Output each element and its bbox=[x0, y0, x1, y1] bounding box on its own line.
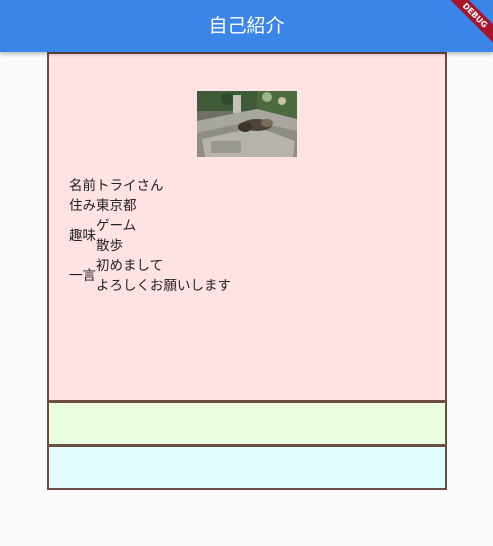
hobby-item: ゲーム bbox=[96, 218, 137, 234]
hobbies-row: 趣味 ゲーム 散歩 bbox=[69, 216, 231, 256]
cyan-card bbox=[47, 445, 447, 490]
comment-line: 初めまして bbox=[96, 258, 164, 274]
page-title: 自己紹介 bbox=[208, 15, 285, 37]
residence-row: 住み 東京都 bbox=[69, 196, 231, 216]
hobby-item: 散歩 bbox=[96, 238, 123, 254]
hobbies-label: 趣味 bbox=[69, 228, 96, 244]
profile-details: 名前 トライさん 住み 東京都 趣味 ゲーム 散歩 一言 初めまして よろしくお… bbox=[69, 176, 231, 296]
name-label: 名前 bbox=[69, 178, 96, 194]
residence-label: 住み bbox=[69, 198, 96, 214]
green-card bbox=[47, 401, 447, 446]
app-bar: 自己紹介 bbox=[0, 0, 493, 52]
comment-values: 初めまして よろしくお願いします bbox=[96, 256, 231, 296]
comment-line: よろしくお願いします bbox=[96, 278, 231, 294]
comment-row: 一言 初めまして よろしくお願いします bbox=[69, 256, 231, 296]
profile-photo bbox=[197, 91, 297, 157]
hobbies-values: ゲーム 散歩 bbox=[96, 216, 136, 256]
residence-value: 東京都 bbox=[96, 198, 137, 214]
name-value: トライさん bbox=[96, 178, 164, 194]
profile-card: 名前 トライさん 住み 東京都 趣味 ゲーム 散歩 一言 初めまして よろしくお… bbox=[47, 52, 447, 402]
comment-label: 一言 bbox=[69, 268, 96, 284]
name-row: 名前 トライさん bbox=[69, 176, 231, 196]
